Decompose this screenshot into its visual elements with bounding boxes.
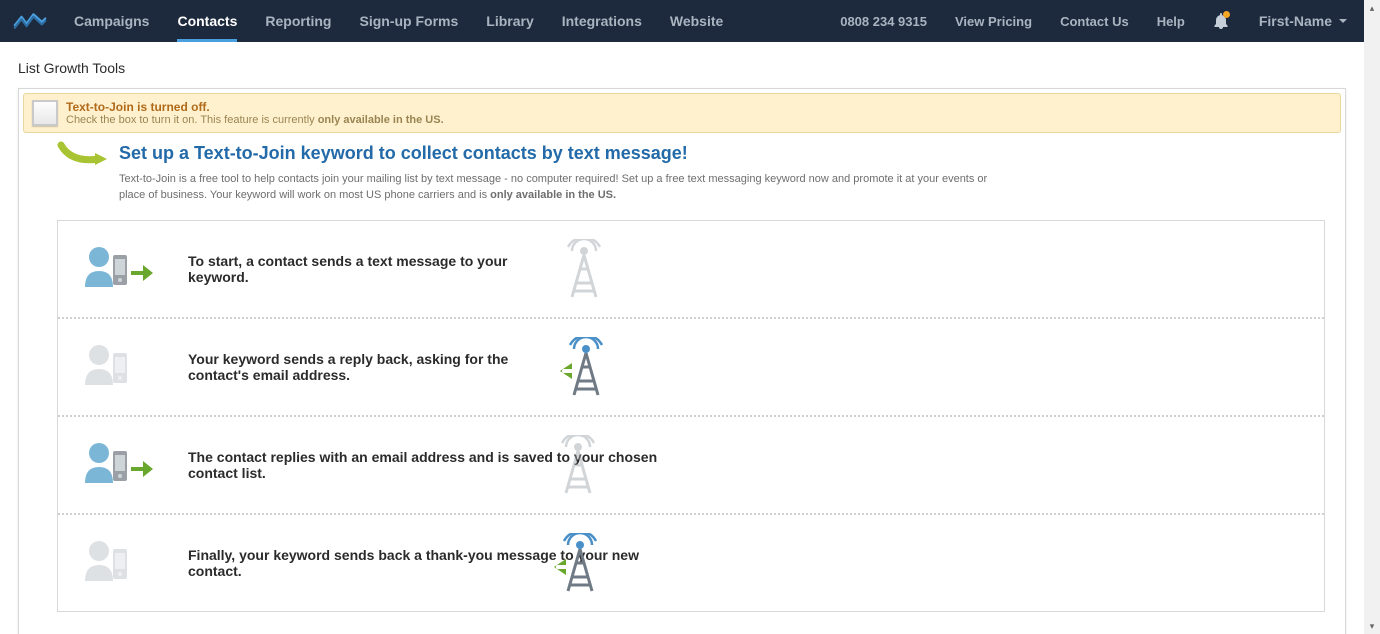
- curved-arrow-icon: [55, 141, 113, 171]
- scroll-track[interactable]: [1364, 16, 1380, 618]
- nav-phone[interactable]: 0808 234 9315: [826, 0, 941, 42]
- tower-icon: [554, 239, 614, 299]
- vertical-scrollbar[interactable]: ▴ ▾: [1364, 0, 1380, 634]
- hero-heading: Set up a Text-to-Join keyword to collect…: [119, 143, 1325, 164]
- nav-primary: Campaigns Contacts Reporting Sign-up For…: [60, 0, 737, 42]
- scroll-up-arrow-icon[interactable]: ▴: [1364, 0, 1380, 16]
- top-navbar: Campaigns Contacts Reporting Sign-up For…: [0, 0, 1364, 42]
- nav-integrations[interactable]: Integrations: [548, 0, 656, 42]
- nav-view-pricing[interactable]: View Pricing: [941, 0, 1046, 42]
- nav-reporting[interactable]: Reporting: [251, 0, 345, 42]
- nav-library[interactable]: Library: [472, 0, 547, 42]
- hero-description: Text-to-Join is a free tool to help cont…: [119, 172, 989, 204]
- notifications-button[interactable]: [1199, 0, 1243, 42]
- brand-logo[interactable]: [0, 0, 60, 42]
- step-row: The contact replies with an email addres…: [58, 415, 1324, 513]
- steps-box: To start, a contact sends a text message…: [57, 220, 1325, 612]
- nav-signup-forms[interactable]: Sign-up Forms: [345, 0, 472, 42]
- chevron-down-icon: [1338, 16, 1348, 26]
- scroll-down-arrow-icon[interactable]: ▾: [1364, 618, 1380, 634]
- enable-checkbox[interactable]: [32, 100, 58, 126]
- step-row: Finally, your keyword sends back a thank…: [58, 513, 1324, 611]
- step-text: Your keyword sends a reply back, asking …: [188, 351, 548, 383]
- nav-help[interactable]: Help: [1143, 0, 1199, 42]
- text-to-join-panel: Text-to-Join is turned off. Check the bo…: [18, 88, 1346, 634]
- step-row: To start, a contact sends a text message…: [58, 221, 1324, 317]
- account-name: First-Name: [1259, 13, 1332, 29]
- nav-campaigns[interactable]: Campaigns: [60, 0, 163, 42]
- person-phone-send-icon: [78, 241, 158, 297]
- person-phone-icon: [78, 339, 158, 395]
- step-text: The contact replies with an email addres…: [188, 449, 708, 481]
- tower-reply-icon: [548, 533, 608, 593]
- notification-badge-icon: [1223, 11, 1230, 18]
- nav-contact-us[interactable]: Contact Us: [1046, 0, 1143, 42]
- nav-secondary: 0808 234 9315 View Pricing Contact Us He…: [826, 0, 1364, 42]
- status-alert: Text-to-Join is turned off. Check the bo…: [23, 93, 1341, 133]
- account-menu[interactable]: First-Name: [1243, 0, 1364, 42]
- person-phone-send-icon: [78, 437, 158, 493]
- step-row: Your keyword sends a reply back, asking …: [58, 317, 1324, 415]
- person-phone-icon: [78, 535, 158, 591]
- footer-line: Check out our Texting Action Planner: [19, 624, 1345, 634]
- page-title: List Growth Tools: [18, 60, 1346, 76]
- nav-contacts[interactable]: Contacts: [163, 0, 251, 42]
- step-text: To start, a contact sends a text message…: [188, 253, 548, 285]
- alert-subtext: Check the box to turn it on. This featur…: [66, 114, 444, 126]
- tower-reply-icon: [554, 337, 614, 397]
- tower-icon: [548, 435, 608, 495]
- nav-website[interactable]: Website: [656, 0, 737, 42]
- hero-section: Set up a Text-to-Join keyword to collect…: [19, 133, 1345, 208]
- alert-headline: Text-to-Join is turned off.: [66, 100, 444, 114]
- logo-mark-icon: [13, 11, 47, 31]
